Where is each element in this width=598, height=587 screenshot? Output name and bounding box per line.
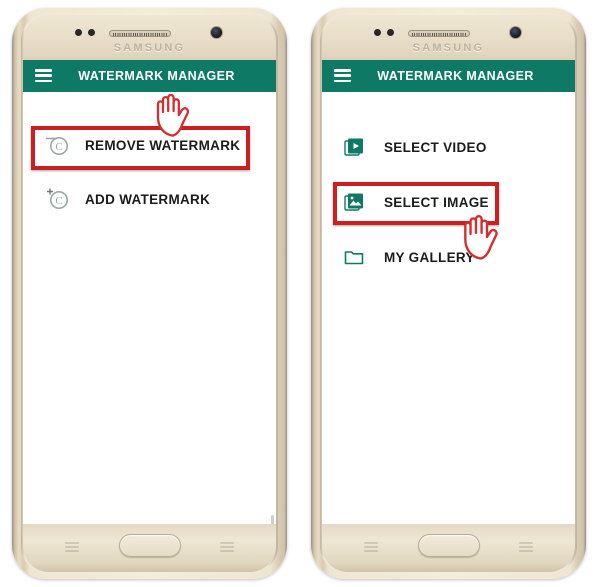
phone-right-screen: WATERMARK MANAGER SELECT VIDEO SELECT IM… xyxy=(322,60,575,531)
menu-item-label: MY GALLERY xyxy=(384,249,475,265)
back-softkey-icon[interactable] xyxy=(220,542,234,552)
sensor-dots-icon xyxy=(374,29,394,36)
video-stack-icon xyxy=(344,134,374,160)
menu-item-select-image[interactable]: SELECT IMAGE xyxy=(322,183,575,221)
menu-list-right: SELECT VIDEO SELECT IMAGE MY GALLERY xyxy=(322,92,575,276)
phone-right: SAMSUNG WATERMARK MANAGER SELECT VIDEO S… xyxy=(311,8,586,579)
app-bar-right: WATERMARK MANAGER xyxy=(322,60,575,92)
phone-brand-label: SAMSUNG xyxy=(113,42,186,54)
hamburger-icon[interactable] xyxy=(334,69,351,82)
menu-item-add-watermark[interactable]: C ADD WATERMARK xyxy=(23,180,276,218)
home-button[interactable] xyxy=(417,534,480,557)
menu-item-label: SELECT VIDEO xyxy=(384,139,487,155)
back-softkey-icon[interactable] xyxy=(519,542,533,552)
app-bar-left: WATERMARK MANAGER xyxy=(23,60,276,92)
svg-text:C: C xyxy=(55,195,62,207)
phone-left-screen: WATERMARK MANAGER C REMOVE WATERMARK C A… xyxy=(23,60,276,531)
menu-item-remove-watermark[interactable]: C REMOVE WATERMARK xyxy=(23,126,276,164)
menu-list-left: C REMOVE WATERMARK C ADD WATERMARK xyxy=(23,92,276,218)
menu-item-label: REMOVE WATERMARK xyxy=(85,137,241,153)
app-title-left: WATERMARK MANAGER xyxy=(78,69,235,83)
menu-item-label: SELECT IMAGE xyxy=(384,194,489,210)
menu-item-my-gallery[interactable]: MY GALLERY xyxy=(322,238,575,276)
sensor-dots-icon xyxy=(75,29,95,36)
phone-right-top-bezel: SAMSUNG xyxy=(322,15,575,60)
home-button[interactable] xyxy=(118,534,181,557)
earpiece-speaker-icon xyxy=(408,30,470,37)
copyright-remove-icon: C xyxy=(45,132,75,158)
menu-item-select-video[interactable]: SELECT VIDEO xyxy=(322,128,575,166)
earpiece-speaker-icon xyxy=(109,30,171,37)
folder-icon xyxy=(344,244,374,270)
recents-softkey-icon[interactable] xyxy=(364,542,378,552)
hamburger-icon[interactable] xyxy=(35,69,52,82)
front-camera-icon xyxy=(509,26,522,39)
image-stack-icon xyxy=(344,189,374,215)
menu-item-label: ADD WATERMARK xyxy=(85,191,211,207)
copyright-add-icon: C xyxy=(45,186,75,212)
phone-brand-label: SAMSUNG xyxy=(412,42,485,54)
phone-right-bottom-bezel xyxy=(322,524,575,572)
phone-left-bottom-bezel xyxy=(23,524,276,572)
phone-left: SAMSUNG WATERMARK MANAGER C REMOVE WATER… xyxy=(12,8,287,579)
app-title-right: WATERMARK MANAGER xyxy=(377,69,534,83)
screenshot-stage: SAMSUNG WATERMARK MANAGER C REMOVE WATER… xyxy=(0,0,598,587)
svg-text:C: C xyxy=(55,141,62,153)
recents-softkey-icon[interactable] xyxy=(65,542,79,552)
front-camera-icon xyxy=(210,26,223,39)
phone-left-top-bezel: SAMSUNG xyxy=(23,15,276,60)
